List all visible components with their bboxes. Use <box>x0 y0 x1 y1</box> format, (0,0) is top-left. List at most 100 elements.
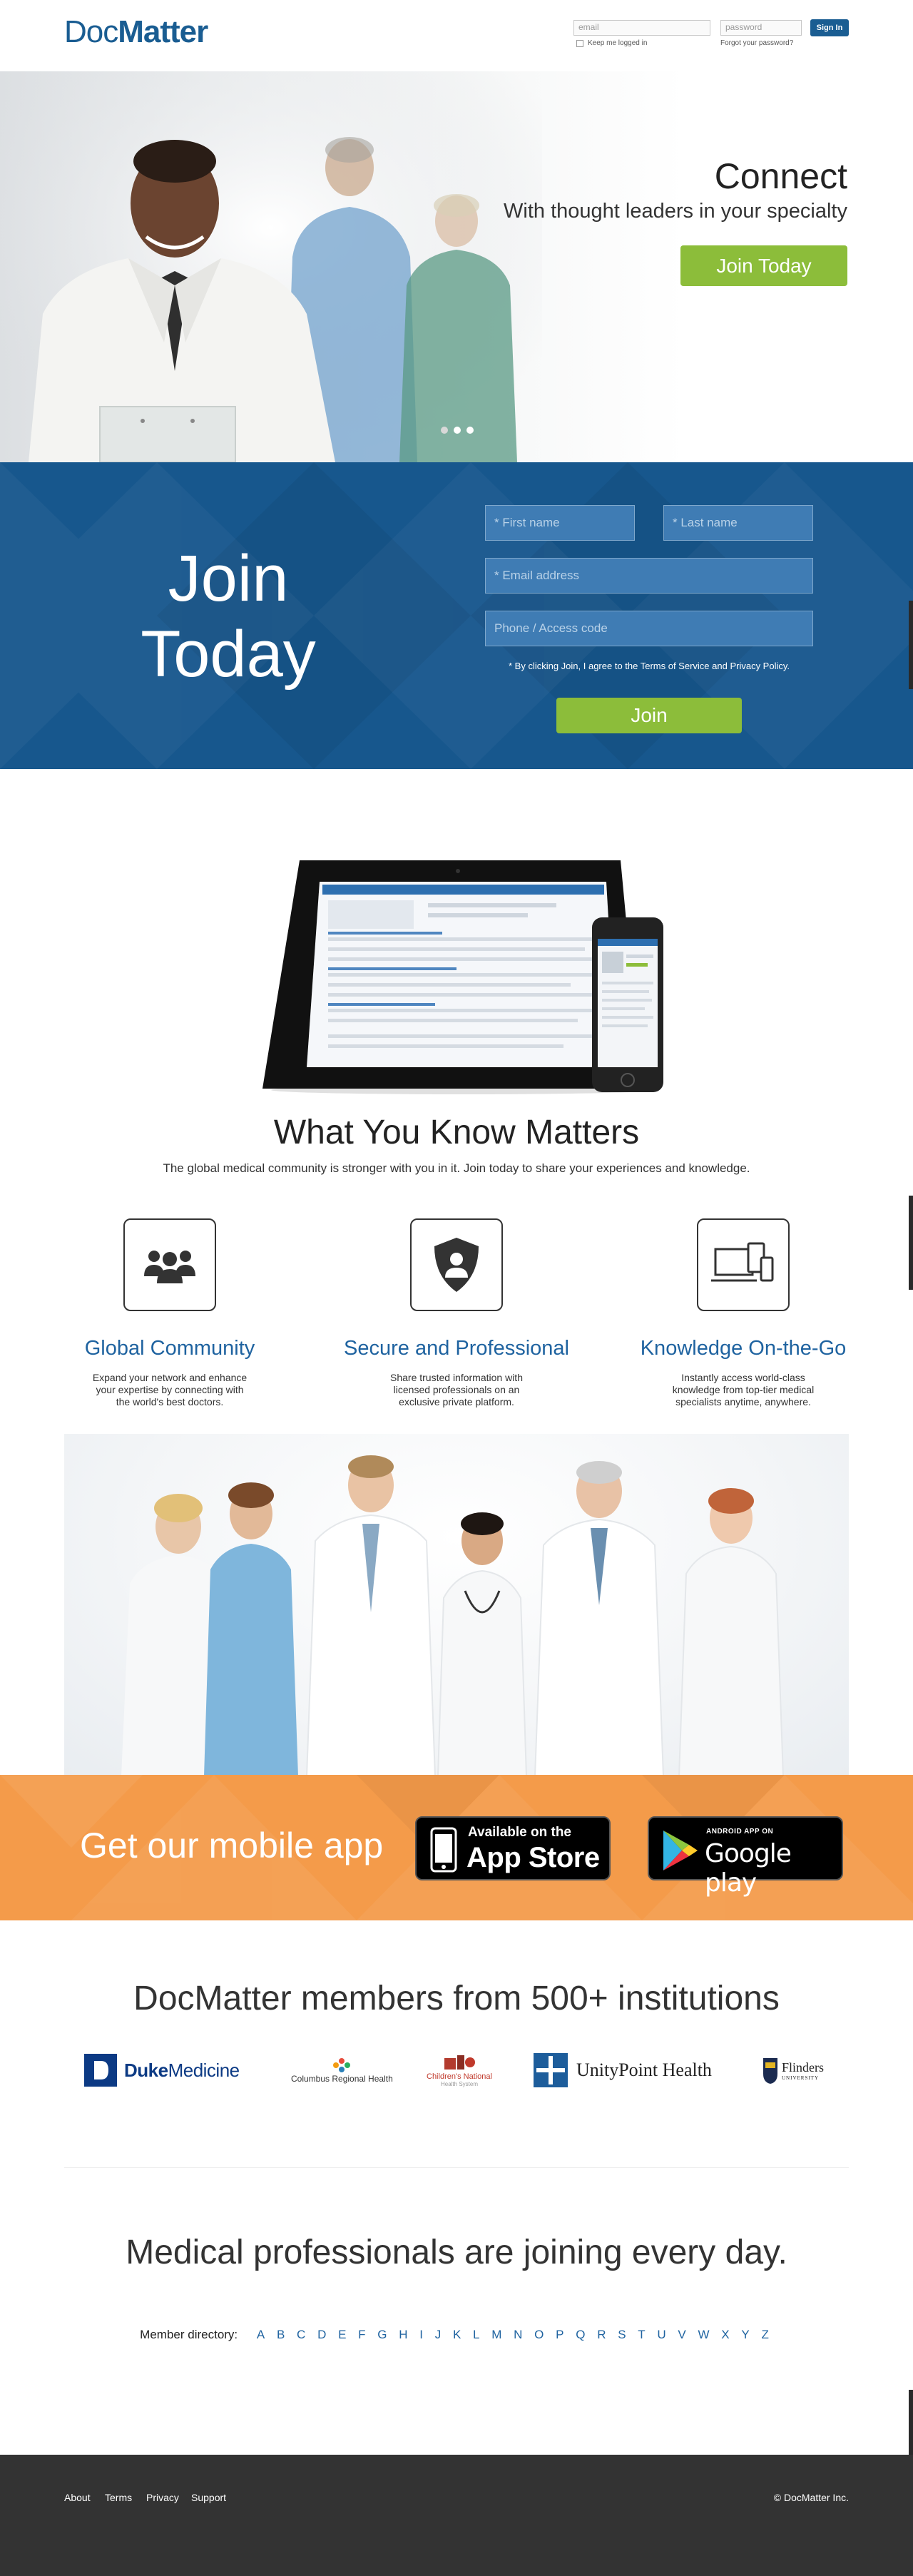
keep-logged-in-checkbox[interactable] <box>576 39 583 47</box>
carousel-dot-1[interactable] <box>441 427 448 434</box>
logo-suffix: Matter <box>118 14 208 49</box>
hero-join-today-button[interactable]: Join Today <box>680 245 847 286</box>
duke-name-bold: Duke <box>124 2059 168 2081</box>
directory-letter-s[interactable]: S <box>618 2328 626 2341</box>
unitypoint-name: UnityPoint Health <box>576 2060 712 2080</box>
directory-letter-d[interactable]: D <box>317 2328 326 2341</box>
google-play-big-text: Google play <box>705 1839 792 1898</box>
shield-user-icon <box>410 1218 503 1311</box>
childrens-national-tagline: Health System <box>440 2080 478 2087</box>
footer-copyright: © DocMatter Inc. <box>773 2492 849 2503</box>
last-name-field[interactable]: * Last name <box>663 505 813 541</box>
directory-letter-b[interactable]: B <box>277 2328 285 2341</box>
google-play-button[interactable]: ANDROID APP ON Google play <box>648 1816 843 1898</box>
footer-link-about[interactable]: About <box>64 2492 91 2503</box>
app-store-button[interactable]: Available on the App Store <box>415 1816 611 1880</box>
directory-letter-p[interactable]: P <box>556 2328 563 2341</box>
columbus-regional-logo: Columbus Regional Health <box>291 2049 393 2092</box>
directory-letter-j[interactable]: J <box>435 2328 442 2341</box>
directory-letter-i[interactable]: I <box>419 2328 423 2341</box>
footer-link-privacy[interactable]: Privacy <box>146 2492 179 2503</box>
docmatter-logo[interactable]: DocMatter <box>64 14 208 50</box>
email-address-field[interactable]: * Email address <box>485 558 813 594</box>
hero-subtitle: With thought leaders in your specialty <box>504 200 847 223</box>
directory-letter-c[interactable]: C <box>297 2328 305 2341</box>
login-email-input[interactable]: email <box>573 20 710 36</box>
hero-title: Connect <box>714 156 847 196</box>
directory-letter-y[interactable]: Y <box>741 2328 749 2341</box>
childrens-national-name: Children's National <box>427 2072 492 2081</box>
flinders-name: Flinders <box>782 2060 825 2074</box>
hero-carousel: Connect With thought leaders in your spe… <box>0 71 913 462</box>
directory-letter-l[interactable]: L <box>473 2328 479 2341</box>
section-divider <box>64 2167 849 2168</box>
google-play-small-text: ANDROID APP ON <box>706 1828 774 1836</box>
unitypoint-health-logo: UnityPoint Health <box>534 2049 712 2092</box>
phone-access-code-field[interactable]: Phone / Access code <box>485 611 813 646</box>
directory-letter-q[interactable]: Q <box>576 2328 585 2341</box>
scroll-handle[interactable] <box>909 1196 913 1290</box>
directory-letter-n[interactable]: N <box>514 2328 522 2341</box>
join-today-heading: Join Today <box>107 541 350 692</box>
feature-description: Share trusted information with licensed … <box>390 1372 523 1407</box>
directory-letter-x[interactable]: X <box>721 2328 729 2341</box>
feature-knowledge-on-the-go: Knowledge On-the-Go Instantly access wor… <box>608 1218 879 1408</box>
login-password-input[interactable]: password <box>720 20 802 36</box>
forgot-password-link[interactable]: Forgot your password? <box>720 39 793 47</box>
directory-letter-t[interactable]: T <box>638 2328 645 2341</box>
directory-letter-g[interactable]: G <box>377 2328 387 2341</box>
member-directory-label: Member directory: <box>140 2328 238 2341</box>
directory-letter-f[interactable]: F <box>358 2328 365 2341</box>
directory-letter-z[interactable]: Z <box>761 2328 768 2341</box>
people-group-icon <box>123 1218 216 1311</box>
directory-letter-o[interactable]: O <box>534 2328 544 2341</box>
feature-description: Instantly access world-class knowledge f… <box>672 1372 815 1407</box>
institutions-title: DocMatter members from 500+ institutions <box>133 1980 780 2017</box>
footer-link-terms[interactable]: Terms <box>105 2492 132 2503</box>
join-today-section: Join Today * First name * Last name * Em… <box>0 462 913 769</box>
directory-letter-v[interactable]: V <box>678 2328 685 2341</box>
what-you-know-title: What You Know Matters <box>273 1114 640 1151</box>
footer-link-support[interactable]: Support <box>191 2492 226 2503</box>
google-play-icon <box>663 1831 698 1870</box>
member-directory: Member directory: A B C D E F G H I J K … <box>0 2328 913 2342</box>
join-heading-line2: Today <box>141 618 316 691</box>
directory-letter-a[interactable]: A <box>257 2328 265 2341</box>
carousel-dot-3[interactable] <box>466 427 474 434</box>
terms-notice: * By clicking Join, I agree to the Terms… <box>508 661 790 671</box>
directory-letter-k[interactable]: K <box>453 2328 461 2341</box>
app-store-small-text: Available on the <box>468 1825 571 1840</box>
sign-in-button[interactable]: Sign In <box>810 19 849 36</box>
flinders-crest-icon <box>763 2058 777 2084</box>
directory-letter-u[interactable]: U <box>657 2328 665 2341</box>
duke-shield-icon <box>84 2054 117 2087</box>
devices-illustration <box>262 860 663 1094</box>
feature-title: Knowledge On-the-Go <box>640 1337 847 1360</box>
flinders-tagline: UNIVERSITY <box>782 2074 819 2081</box>
flinders-university-logo: Flinders UNIVERSITY <box>762 2049 824 2092</box>
hero-doctors-photo <box>0 71 542 462</box>
medical-team-photo <box>64 1434 849 1776</box>
duke-name-rest: Medicine <box>168 2059 240 2081</box>
childrens-national-logo: Children's National Health System <box>427 2049 492 2092</box>
directory-letter-e[interactable]: E <box>338 2328 346 2341</box>
directory-letter-h[interactable]: H <box>399 2328 407 2341</box>
logo-prefix: Doc <box>64 14 118 49</box>
directory-letter-r[interactable]: R <box>597 2328 606 2341</box>
apple-phone-icon <box>430 1827 457 1873</box>
site-footer: About Terms Privacy Support © DocMatter … <box>0 2455 913 2576</box>
carousel-dot-2[interactable] <box>454 427 461 434</box>
first-name-field[interactable]: * First name <box>485 505 635 541</box>
feature-global-community: Global Community Expand your network and… <box>34 1218 305 1408</box>
directory-letter-w[interactable]: W <box>698 2328 710 2341</box>
directory-letter-m[interactable]: M <box>491 2328 501 2341</box>
what-you-know-subtitle: The global medical community is stronger… <box>163 1161 750 1175</box>
app-store-big-text: App Store <box>466 1842 600 1873</box>
join-submit-button[interactable]: Join <box>556 698 742 733</box>
mobile-app-section: Get our mobile app Available on the App … <box>0 1775 913 1920</box>
columbus-star-icon <box>333 2058 351 2072</box>
scroll-handle[interactable] <box>909 601 913 689</box>
keep-logged-in[interactable]: Keep me logged in <box>576 39 647 47</box>
feature-title: Secure and Professional <box>344 1337 569 1360</box>
feature-description: Expand your network and enhance your exp… <box>92 1372 248 1407</box>
